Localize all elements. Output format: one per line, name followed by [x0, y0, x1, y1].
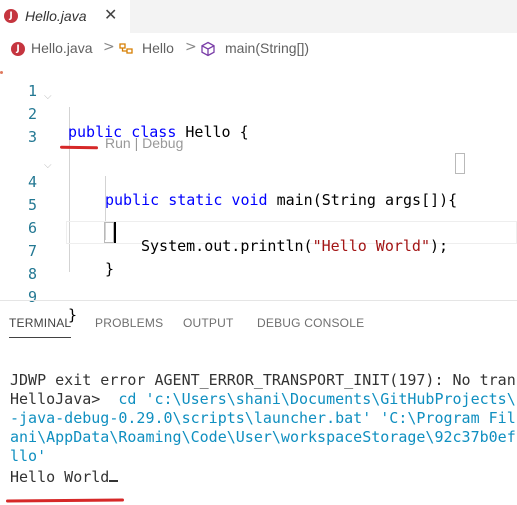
tab-label: Hello.java	[25, 8, 87, 24]
terminal-cursor	[109, 480, 119, 482]
terminal-line: HelloJava> cd 'c:\Users\shani\Documents\…	[10, 390, 516, 410]
code-editor[interactable]: ⌵ ⌵ 1 2 public class Hello { 3 Run | Deb…	[0, 62, 517, 324]
terminal-line: -java-debug-0.29.0\scripts\launcher.bat'…	[10, 409, 516, 427]
code-line: 4 public static void main(String args[])…	[0, 155, 517, 209]
bracket-match-highlight	[104, 222, 114, 243]
java-file-icon: J	[11, 42, 25, 56]
tab-hello-java[interactable]: J Hello.java ✕	[0, 0, 130, 33]
active-tab-indicator	[9, 337, 71, 338]
terminal-line: JDWP exit error AGENT_ERROR_TRANSPORT_IN…	[10, 371, 517, 389]
chevron-right-icon: >	[103, 39, 115, 55]
method-icon	[200, 41, 216, 60]
bracket-match-highlight	[455, 153, 465, 174]
code-line: 7 }	[0, 224, 517, 278]
terminal-command: cd 'c:\Users\shani\Documents\GitHubProje…	[109, 390, 516, 408]
codelens-run-debug[interactable]: Run | Debug	[105, 135, 183, 151]
editor-tab-bar: J Hello.java ✕	[0, 0, 517, 33]
tab-terminal[interactable]: TERMINAL	[9, 316, 71, 330]
text-cursor	[114, 222, 116, 243]
tab-output[interactable]: OUTPUT	[183, 316, 234, 330]
breadcrumb-method[interactable]: main(String[])	[225, 40, 309, 56]
code-line: 1	[0, 64, 517, 100]
code-line: 9 }	[0, 270, 517, 324]
tab-problems[interactable]: PROBLEMS	[95, 316, 163, 330]
terminal-prompt: HelloJava>	[10, 390, 110, 408]
tab-debug-console[interactable]: DEBUG CONSOLE	[257, 316, 364, 330]
terminal-line: Hello World	[10, 468, 119, 488]
class-icon	[117, 41, 135, 60]
breadcrumb-file[interactable]: Hello.java	[31, 40, 92, 56]
program-output: Hello World	[10, 468, 110, 486]
panel-tab-bar: TERMINAL PROBLEMS OUTPUT DEBUG CONSOLE	[0, 301, 517, 341]
annotation-underline	[5, 498, 125, 503]
code-line: 8	[0, 247, 517, 283]
breadcrumb: J Hello.java > Hello > main(String[])	[0, 38, 517, 60]
line-number: 3	[27, 128, 37, 146]
annotation-underline	[59, 145, 99, 150]
code-line: 6 System.out.println("Hello World");	[0, 201, 517, 255]
close-icon[interactable]: ✕	[104, 5, 117, 24]
code-line: 3	[0, 110, 517, 146]
java-file-icon: J	[4, 9, 18, 23]
code-line: 5	[0, 178, 517, 214]
terminal-line: llo'	[10, 447, 47, 465]
breadcrumb-class[interactable]: Hello	[142, 40, 174, 56]
code-line: 2 public class Hello {	[0, 87, 517, 141]
terminal-line: ani\AppData\Roaming\Code\User\workspaceS…	[10, 428, 516, 446]
chevron-right-icon: >	[185, 39, 197, 55]
